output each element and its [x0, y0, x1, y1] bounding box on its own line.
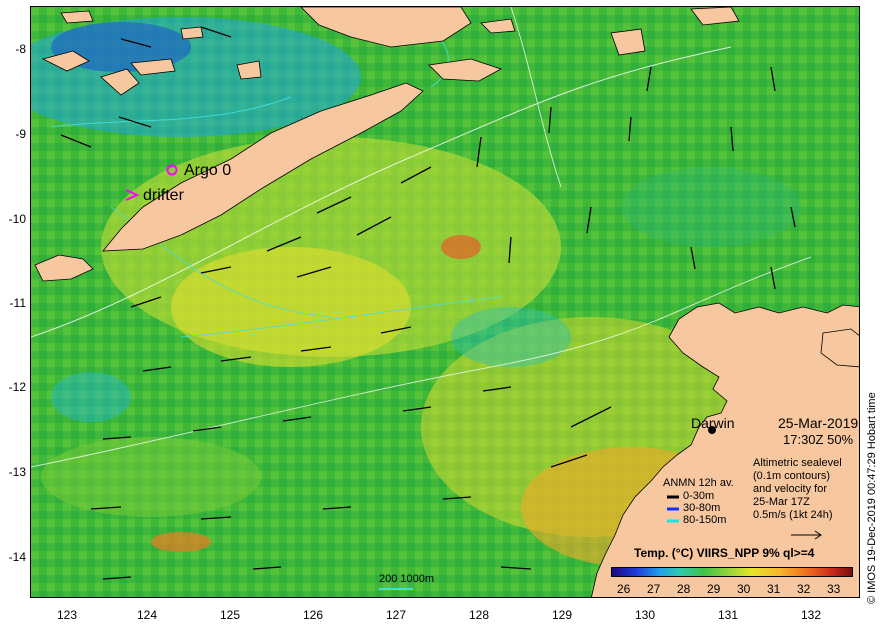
colorbar-tick: 32: [797, 582, 811, 596]
colorbar-tick: 28: [677, 582, 691, 596]
sst-cool-patch: [451, 307, 571, 367]
lon-label: 130: [634, 608, 656, 622]
sst-cool-patch: [621, 167, 801, 247]
map-time-quality: 17:30Z 50%: [783, 432, 854, 447]
sst-hot-patch: [441, 235, 481, 259]
side-credit: © IMOS 19-Dec-2019 00:47:29 Hobart time: [866, 392, 878, 604]
map-panel[interactable]: Argo 0 drifter Darwin 25-Mar-2019 17:30Z…: [30, 6, 860, 598]
colorbar-tick: 31: [767, 582, 781, 596]
land-island: [180, 26, 204, 40]
colorbar-title: Temp. (°C) VIIRS_NPP 9% ql>=4: [634, 546, 815, 560]
sst-hot-patch: [151, 532, 211, 552]
lat-label: -13: [8, 465, 26, 479]
sst-warm-patch: [41, 437, 261, 517]
lon-label: 127: [385, 608, 407, 622]
lat-label: -8: [15, 42, 26, 56]
lat-label: -11: [9, 296, 26, 310]
lat-label: -9: [15, 127, 26, 141]
land-island: [60, 10, 94, 24]
sst-warm-patch: [171, 247, 411, 367]
altimetry-note-line: Altimetric sealevel: [753, 457, 842, 469]
colorbar-tick: 29: [707, 582, 721, 596]
colorbar: [611, 567, 853, 577]
lon-label: 129: [551, 608, 573, 622]
lon-label: 126: [302, 608, 324, 622]
colorbar-tick: 33: [827, 582, 841, 596]
altimetry-note: Altimetric sealevel (0.1m contours) and …: [753, 457, 842, 522]
lat-label: -14: [8, 550, 26, 564]
legend-item-label: 30-80m: [683, 502, 721, 514]
station-name: Darwin: [691, 415, 735, 431]
altimetry-note-line: 0.5m/s (1kt 24h): [753, 509, 833, 521]
lon-label: 132: [800, 608, 822, 622]
legend-item-label: 80-150m: [683, 514, 727, 526]
lon-label: 125: [219, 608, 241, 622]
altimetry-note-line: (0.1m contours): [753, 470, 831, 482]
sst-map: [31, 7, 859, 597]
lat-label: -10: [8, 212, 26, 226]
drifter-label: drifter: [143, 187, 184, 204]
lon-label: 128: [468, 608, 490, 622]
argo-label: Argo 0: [184, 162, 232, 179]
depth-scale-label: 200 1000m: [379, 573, 435, 585]
lon-label: 124: [136, 608, 158, 622]
sst-cool-patch: [51, 372, 131, 422]
legend-item-label: 0-30m: [683, 490, 715, 502]
lat-label: -12: [8, 380, 26, 394]
altimetry-note-line: 25-Mar 17Z: [753, 496, 810, 508]
legend-title: ANMN 12h av.: [663, 477, 734, 489]
colorbar-tick: 30: [737, 582, 751, 596]
colorbar-tick: 27: [647, 582, 661, 596]
lon-label: 131: [717, 608, 739, 622]
depth-scale-line: [379, 588, 413, 590]
colorbar-tick: 26: [617, 582, 631, 596]
altimetry-note-line: and velocity for: [753, 483, 827, 495]
map-date: 25-Mar-2019: [778, 415, 859, 431]
lon-label: 123: [56, 608, 78, 622]
